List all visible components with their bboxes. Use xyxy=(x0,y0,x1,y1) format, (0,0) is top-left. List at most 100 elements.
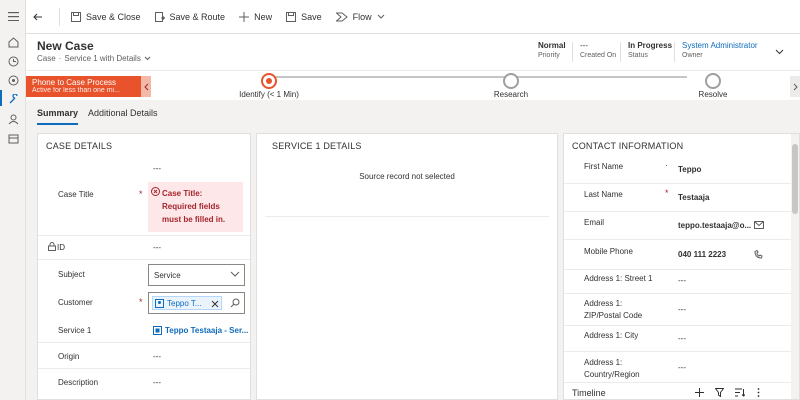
header-owner: System Administrator Owner xyxy=(682,41,758,59)
stage-resolve-label[interactable]: Resolve xyxy=(699,90,728,99)
timeline-title: Timeline xyxy=(572,388,606,398)
business-process-flow: Phone to Case Process Active for less th… xyxy=(26,70,800,100)
save-button[interactable]: Save xyxy=(279,0,329,34)
required-marker: * xyxy=(139,297,143,307)
service-row: Service 1 Teppo Testaaja - Ser... xyxy=(38,315,250,343)
customer-lookup[interactable]: Teppo T... xyxy=(148,292,245,314)
zip-row: Address 1: ZIP/Postal Code --- xyxy=(564,294,799,326)
save-close-button[interactable]: Save & Close xyxy=(64,0,148,34)
header-status: In Progress Status xyxy=(628,41,672,59)
id-row: ID --- xyxy=(38,236,250,260)
subject-label: Subject xyxy=(58,270,85,279)
created-on-value: --- xyxy=(580,41,588,50)
mail-icon[interactable] xyxy=(754,221,764,229)
service-record-icon xyxy=(153,326,162,335)
header-expand-chevron-icon[interactable] xyxy=(775,49,784,55)
previous-stage-button[interactable] xyxy=(141,76,151,97)
divider xyxy=(620,42,621,62)
country-label: Address 1: Country/Region xyxy=(584,358,640,379)
description-row: Description --- xyxy=(38,369,250,399)
divider xyxy=(265,216,549,217)
case-details-section: CASE DETAILS --- Case Title * Case Title… xyxy=(37,133,251,400)
process-name: Phone to Case Process xyxy=(32,78,117,87)
chevron-down-icon[interactable] xyxy=(144,56,151,61)
active-nav-indicator xyxy=(0,90,2,106)
subject-select[interactable]: Service xyxy=(148,264,245,286)
last-name-value[interactable]: Testaaja xyxy=(678,193,709,202)
more-options-icon[interactable] xyxy=(757,388,760,397)
tab-summary[interactable]: Summary xyxy=(37,108,79,125)
plus-icon[interactable] xyxy=(695,388,704,397)
flow-label: Flow xyxy=(352,11,372,22)
save-route-label: Save & Route xyxy=(169,11,226,22)
save-route-button[interactable]: Save & Route xyxy=(148,0,233,34)
section-title: CASE DETAILS xyxy=(46,141,113,151)
form-selector[interactable]: Service 1 with Details xyxy=(64,54,140,63)
back-arrow-icon xyxy=(33,13,42,20)
street-value[interactable]: --- xyxy=(678,276,686,285)
home-icon[interactable] xyxy=(7,36,19,48)
flow-button[interactable]: Flow xyxy=(329,0,397,34)
header-priority: Normal Priority xyxy=(538,41,566,59)
timeline-header: Timeline xyxy=(564,382,791,399)
priority-label: Priority xyxy=(538,52,560,59)
stage-research-marker[interactable] xyxy=(503,73,519,89)
contacts-person-icon[interactable] xyxy=(7,113,19,125)
vertical-scrollbar[interactable] xyxy=(791,134,799,399)
stage-research-label[interactable]: Research xyxy=(494,90,528,99)
service-link[interactable]: Teppo Testaaja - Ser... xyxy=(165,326,248,335)
stage-resolve-marker[interactable] xyxy=(705,73,721,89)
close-icon[interactable] xyxy=(211,300,219,308)
status-value: In Progress xyxy=(628,41,673,50)
hamburger-menu-icon[interactable] xyxy=(7,10,19,22)
recent-icon[interactable] xyxy=(7,55,19,67)
process-duration: Active for less than one mi... xyxy=(32,87,120,94)
email-row: Email teppo.testaaja@o... xyxy=(564,212,799,240)
owner-link[interactable]: System Administrator xyxy=(682,41,758,50)
origin-label: Origin xyxy=(58,352,80,361)
case-title-label: Case Title xyxy=(58,190,94,199)
left-nav-rail xyxy=(0,0,26,400)
process-flag[interactable]: Phone to Case Process Active for less th… xyxy=(26,76,141,97)
last-name-row: Last Name * Testaaja xyxy=(564,184,799,212)
queues-icon[interactable] xyxy=(7,132,19,144)
description-label: Description xyxy=(58,378,99,387)
search-icon[interactable] xyxy=(230,298,240,308)
back-button[interactable] xyxy=(26,0,55,34)
origin-value[interactable]: --- xyxy=(153,352,161,361)
page-title: New Case xyxy=(37,39,94,53)
first-name-value[interactable]: Teppo xyxy=(678,165,701,174)
case-title-error[interactable]: Case Title: Required fields must be fill… xyxy=(148,182,243,232)
new-button[interactable]: New xyxy=(232,0,279,34)
id-label: ID xyxy=(57,243,65,252)
save-route-icon xyxy=(154,11,165,22)
zip-value[interactable]: --- xyxy=(678,305,686,314)
contact-information-section: CONTACT INFORMATION First Name · Teppo L… xyxy=(563,133,800,400)
sort-list-icon[interactable] xyxy=(735,388,745,397)
email-value[interactable]: teppo.testaaja@o... xyxy=(678,221,751,230)
origin-row: Origin --- xyxy=(38,343,250,369)
tab-additional-details[interactable]: Additional Details xyxy=(88,108,158,118)
filter-icon[interactable] xyxy=(715,388,724,397)
mobile-phone-value[interactable]: 040 111 2223 xyxy=(678,250,726,259)
cases-wrench-icon[interactable] xyxy=(7,93,19,105)
description-value[interactable]: --- xyxy=(153,378,161,387)
pinned-icon[interactable] xyxy=(7,74,19,86)
divider xyxy=(59,7,60,26)
street-row: Address 1: Street 1 --- xyxy=(564,270,799,294)
city-row: Address 1: City --- xyxy=(564,326,799,352)
city-value[interactable]: --- xyxy=(678,334,686,343)
status-label: Status xyxy=(628,52,648,59)
country-value[interactable]: --- xyxy=(678,363,686,372)
city-label: Address 1: City xyxy=(584,331,639,340)
entity-name: Case xyxy=(37,54,56,63)
stage-identify-marker[interactable] xyxy=(261,73,277,89)
stage-identify-label[interactable]: Identify (< 1 Min) xyxy=(239,90,299,99)
next-stage-button[interactable] xyxy=(790,76,800,97)
id-value: --- xyxy=(153,243,161,252)
command-bar: Save & Close Save & Route New Save Flow xyxy=(26,0,800,34)
empty-state-message: Source record not selected xyxy=(359,172,455,181)
recommended-marker: · xyxy=(665,160,668,170)
scrollbar-thumb[interactable] xyxy=(792,144,798,214)
phone-icon[interactable] xyxy=(754,250,763,259)
